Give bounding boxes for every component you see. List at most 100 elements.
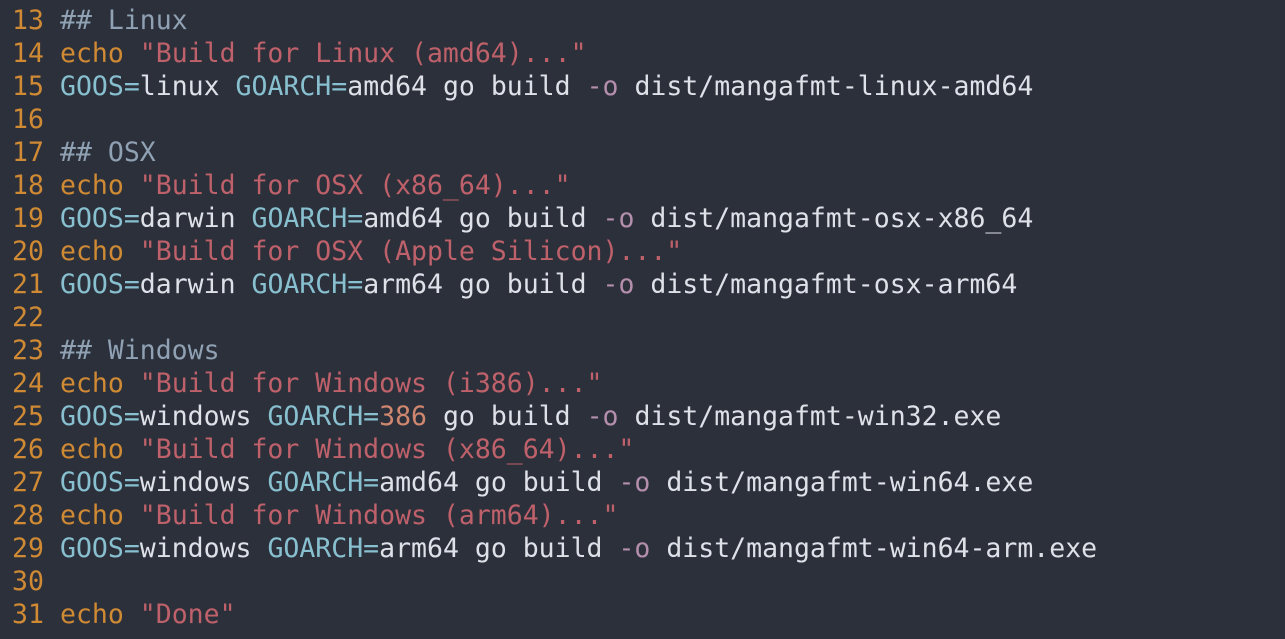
line-number: 27 bbox=[12, 467, 44, 498]
plain-text: dist/mangafmt-win64.exe bbox=[650, 467, 1034, 498]
plain-text: windows bbox=[139, 533, 268, 564]
plain-text: dist/mangafmt-win64-arm.exe bbox=[650, 533, 1098, 564]
line-number: 22 bbox=[12, 302, 44, 333]
code-line[interactable]: 14 echo "Build for Linux (amd64)..." bbox=[0, 37, 1285, 70]
line-number: 30 bbox=[12, 566, 44, 597]
code-line[interactable]: 18 echo "Build for OSX (x86_64)..." bbox=[0, 169, 1285, 202]
line-content[interactable]: echo "Build for Windows (arm64)..." bbox=[60, 499, 1285, 532]
line-number: 23 bbox=[12, 335, 44, 366]
line-content[interactable]: echo "Build for Windows (x86_64)..." bbox=[60, 433, 1285, 466]
flag-token: -o bbox=[602, 203, 635, 234]
assignment-operator: = bbox=[347, 269, 364, 300]
line-content[interactable]: GOOS=windows GOARCH=386 go build -o dist… bbox=[60, 400, 1285, 433]
line-number: 24 bbox=[12, 368, 44, 399]
code-line[interactable]: 28 echo "Build for Windows (arm64)..." bbox=[0, 499, 1285, 532]
string-literal: "Done" bbox=[139, 599, 236, 630]
string-literal: "Build for Linux (amd64)..." bbox=[139, 38, 587, 69]
line-content[interactable]: echo "Build for Windows (i386)..." bbox=[60, 367, 1285, 400]
line-number: 18 bbox=[12, 170, 44, 201]
env-variable: GOOS bbox=[60, 269, 124, 300]
code-line[interactable]: 25 GOOS=windows GOARCH=386 go build -o di… bbox=[0, 400, 1285, 433]
string-literal: "Build for Windows (arm64)..." bbox=[139, 500, 619, 531]
code-line[interactable]: 15 GOOS=linux GOARCH=amd64 go build -o di… bbox=[0, 70, 1285, 103]
code-line[interactable]: 13 ## Linux bbox=[0, 4, 1285, 37]
code-line[interactable]: 17 ## OSX bbox=[0, 136, 1285, 169]
echo-keyword: echo bbox=[60, 236, 124, 267]
code-editor[interactable]: 13 ## Linux 14 echo "Build for Linux (amd64… bbox=[0, 0, 1285, 639]
line-number: 31 bbox=[12, 599, 44, 630]
flag-token: -o bbox=[618, 533, 651, 564]
line-content[interactable]: echo "Done" bbox=[60, 598, 1285, 631]
env-variable: GOARCH bbox=[235, 71, 332, 102]
string-literal: "Build for OSX (Apple Silicon)..." bbox=[139, 236, 683, 267]
assignment-operator: = bbox=[331, 71, 348, 102]
flag-token: -o bbox=[586, 401, 619, 432]
plain-text: amd64 go build bbox=[363, 203, 603, 234]
plain-text: darwin bbox=[139, 203, 252, 234]
env-variable: GOARCH bbox=[267, 533, 364, 564]
assignment-operator: = bbox=[363, 533, 380, 564]
string-literal: "Build for Windows (x86_64)..." bbox=[139, 434, 635, 465]
plain-text: arm64 go build bbox=[379, 533, 619, 564]
code-line[interactable]: 30 bbox=[0, 565, 1285, 598]
comment-token: ## Linux bbox=[60, 5, 188, 36]
line-number: 25 bbox=[12, 401, 44, 432]
line-number: 17 bbox=[12, 137, 44, 168]
assignment-operator: = bbox=[123, 533, 140, 564]
line-content[interactable]: GOOS=darwin GOARCH=arm64 go build -o dis… bbox=[60, 268, 1285, 301]
line-number: 26 bbox=[12, 434, 44, 465]
line-content[interactable]: echo "Build for Linux (amd64)..." bbox=[60, 37, 1285, 70]
plain-text: darwin bbox=[139, 269, 252, 300]
plain-text: amd64 go build bbox=[379, 467, 619, 498]
string-literal: "Build for OSX (x86_64)..." bbox=[139, 170, 571, 201]
plain-text bbox=[124, 236, 140, 267]
plain-text bbox=[124, 368, 140, 399]
plain-text: windows bbox=[139, 467, 268, 498]
line-content[interactable]: GOOS=windows GOARCH=arm64 go build -o di… bbox=[60, 532, 1285, 565]
code-line[interactable]: 31 echo "Done" bbox=[0, 598, 1285, 631]
line-content[interactable] bbox=[60, 301, 1285, 334]
env-variable: GOARCH bbox=[251, 269, 348, 300]
code-line[interactable]: 19 GOOS=darwin GOARCH=amd64 go build -o d… bbox=[0, 202, 1285, 235]
string-literal: "Build for Windows (i386)..." bbox=[139, 368, 603, 399]
line-content[interactable]: ## Windows bbox=[60, 334, 1285, 367]
line-number: 13 bbox=[12, 5, 44, 36]
line-content[interactable]: GOOS=linux GOARCH=amd64 go build -o dist… bbox=[60, 70, 1285, 103]
line-content[interactable]: GOOS=windows GOARCH=amd64 go build -o di… bbox=[60, 466, 1285, 499]
plain-text bbox=[124, 38, 140, 69]
line-content[interactable]: echo "Build for OSX (Apple Silicon)..." bbox=[60, 235, 1285, 268]
line-content[interactable] bbox=[60, 565, 1285, 598]
line-content[interactable]: ## Linux bbox=[60, 4, 1285, 37]
flag-token: -o bbox=[602, 269, 635, 300]
flag-token: -o bbox=[586, 71, 619, 102]
code-line[interactable]: 21 GOOS=darwin GOARCH=arm64 go build -o d… bbox=[0, 268, 1285, 301]
line-number: 29 bbox=[12, 533, 44, 564]
code-line[interactable]: 22 bbox=[0, 301, 1285, 334]
env-variable: GOARCH bbox=[251, 203, 348, 234]
line-number: 20 bbox=[12, 236, 44, 267]
code-line[interactable]: 20 echo "Build for OSX (Apple Silicon)...… bbox=[0, 235, 1285, 268]
plain-text: linux bbox=[139, 71, 236, 102]
code-line[interactable]: 29 GOOS=windows GOARCH=arm64 go build -o … bbox=[0, 532, 1285, 565]
code-line[interactable]: 26 echo "Build for Windows (x86_64)..." bbox=[0, 433, 1285, 466]
line-number: 16 bbox=[12, 104, 44, 135]
code-line[interactable]: 16 bbox=[0, 103, 1285, 136]
assignment-operator: = bbox=[123, 203, 140, 234]
line-number: 21 bbox=[12, 269, 44, 300]
code-line[interactable]: 23 ## Windows bbox=[0, 334, 1285, 367]
line-content[interactable]: GOOS=darwin GOARCH=amd64 go build -o dis… bbox=[60, 202, 1285, 235]
assignment-operator: = bbox=[363, 401, 380, 432]
code-line[interactable]: 24 echo "Build for Windows (i386)..." bbox=[0, 367, 1285, 400]
number-literal: 386 bbox=[379, 401, 428, 432]
line-number: 14 bbox=[12, 38, 44, 69]
env-variable: GOOS bbox=[60, 401, 124, 432]
line-content[interactable] bbox=[60, 103, 1285, 136]
code-line[interactable]: 27 GOOS=windows GOARCH=amd64 go build -o … bbox=[0, 466, 1285, 499]
line-content[interactable]: echo "Build for OSX (x86_64)..." bbox=[60, 169, 1285, 202]
echo-keyword: echo bbox=[60, 599, 124, 630]
line-number: 19 bbox=[12, 203, 44, 234]
assignment-operator: = bbox=[123, 467, 140, 498]
line-content[interactable]: ## OSX bbox=[60, 136, 1285, 169]
echo-keyword: echo bbox=[60, 38, 124, 69]
plain-text: dist/mangafmt-win32.exe bbox=[618, 401, 1002, 432]
